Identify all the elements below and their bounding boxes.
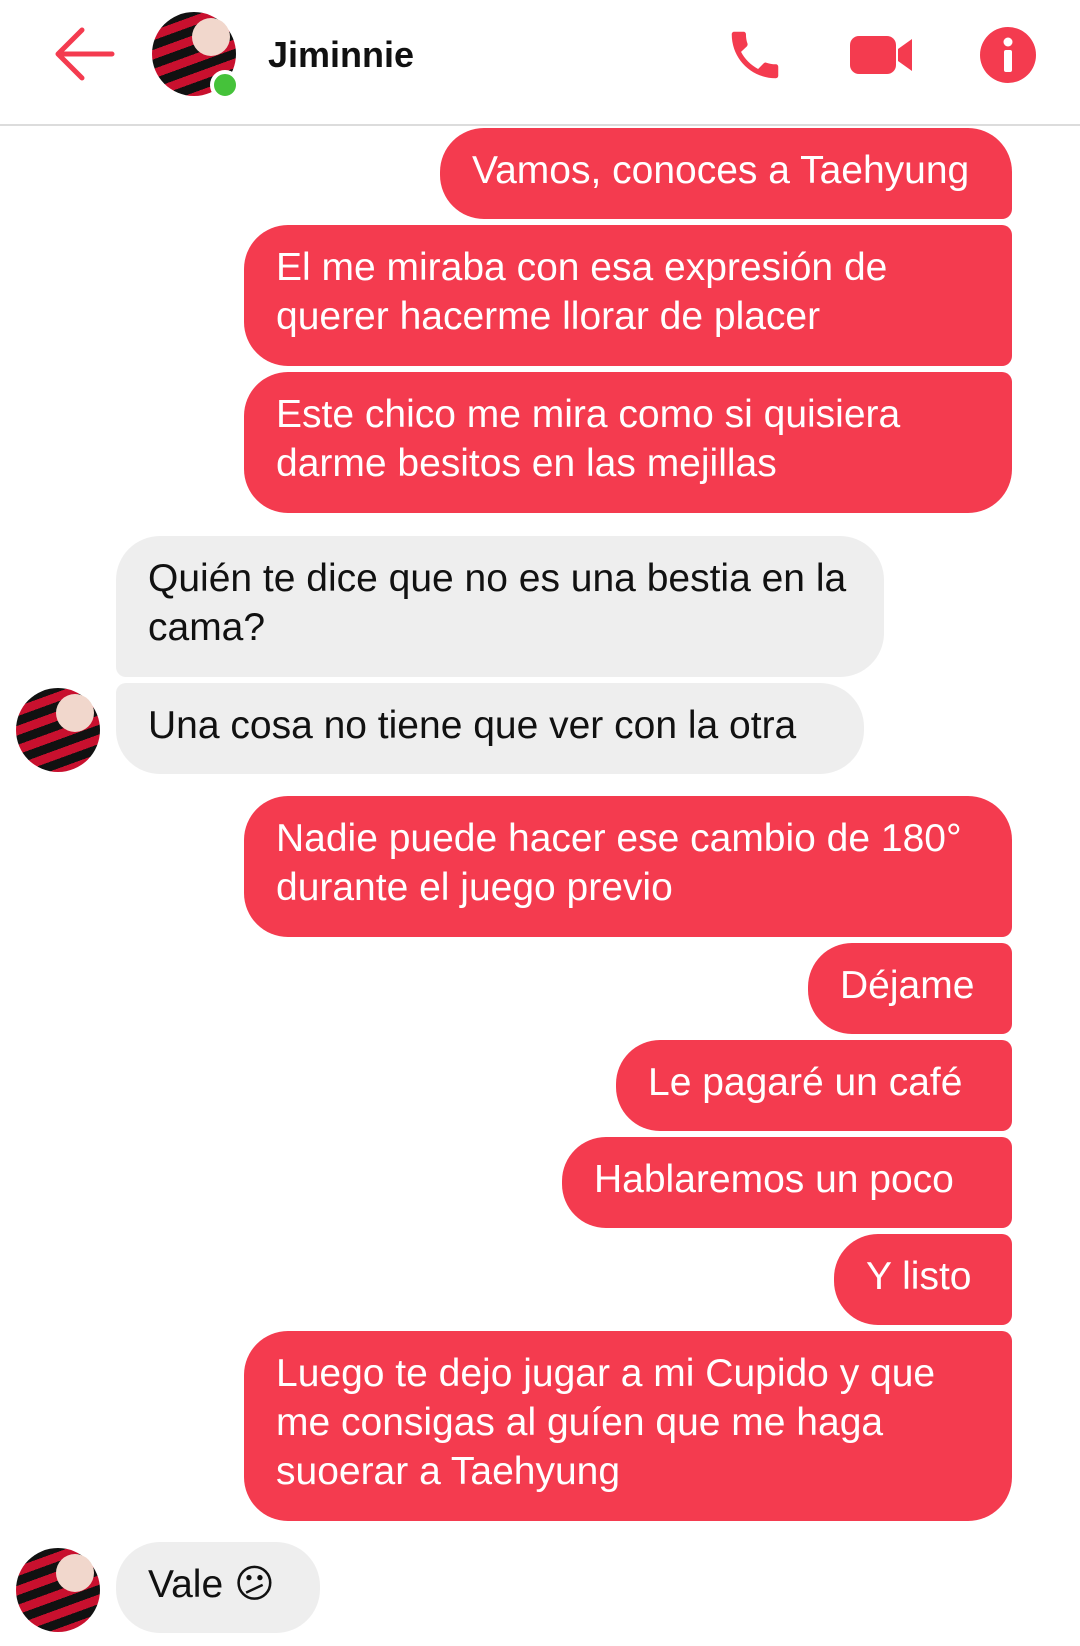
message-bubble-incoming[interactable]: Vale 😕 [116, 1542, 320, 1633]
online-status-dot [210, 70, 240, 100]
avatar-face [56, 694, 94, 732]
video-camera-icon[interactable] [848, 24, 916, 86]
chat-header: Jiminnie [0, 0, 1080, 126]
contact-name[interactable]: Jiminnie [268, 34, 414, 76]
contact-avatar-small[interactable] [16, 1548, 100, 1632]
info-icon[interactable] [978, 24, 1038, 86]
confused-face-emoji: 😕 [234, 1563, 275, 1606]
message-bubble-outgoing[interactable]: Vamos, conoces a Taehyung [440, 128, 1012, 219]
phone-icon[interactable] [724, 24, 786, 86]
message-bubble-outgoing[interactable]: Hablaremos un poco [562, 1137, 1012, 1228]
message-bubble-outgoing[interactable]: Déjame [808, 943, 1012, 1034]
contact-avatar[interactable] [152, 12, 240, 100]
back-arrow-icon[interactable] [50, 22, 120, 86]
message-bubble-outgoing[interactable]: Luego te dejo jugar a mi Cupido y que me… [244, 1331, 1012, 1521]
message-bubble-outgoing[interactable]: Y listo [834, 1234, 1012, 1325]
message-bubble-outgoing[interactable]: Le pagaré un café [616, 1040, 1012, 1131]
avatar-face [192, 18, 230, 56]
message-bubble-incoming[interactable]: Quién te dice que no es una bestia en la… [116, 536, 884, 677]
message-bubble-outgoing[interactable]: Nadie puede hacer ese cambio de 180° dur… [244, 796, 1012, 937]
contact-avatar-small[interactable] [16, 688, 100, 772]
message-bubble-outgoing[interactable]: El me miraba con esa expresión de querer… [244, 225, 1012, 366]
message-text: Vale [148, 1563, 224, 1606]
message-bubble-outgoing[interactable]: Este chico me mira como si quisiera darm… [244, 372, 1012, 513]
avatar-face [56, 1554, 94, 1592]
message-bubble-incoming[interactable]: Una cosa no tiene que ver con la otra [116, 683, 864, 774]
